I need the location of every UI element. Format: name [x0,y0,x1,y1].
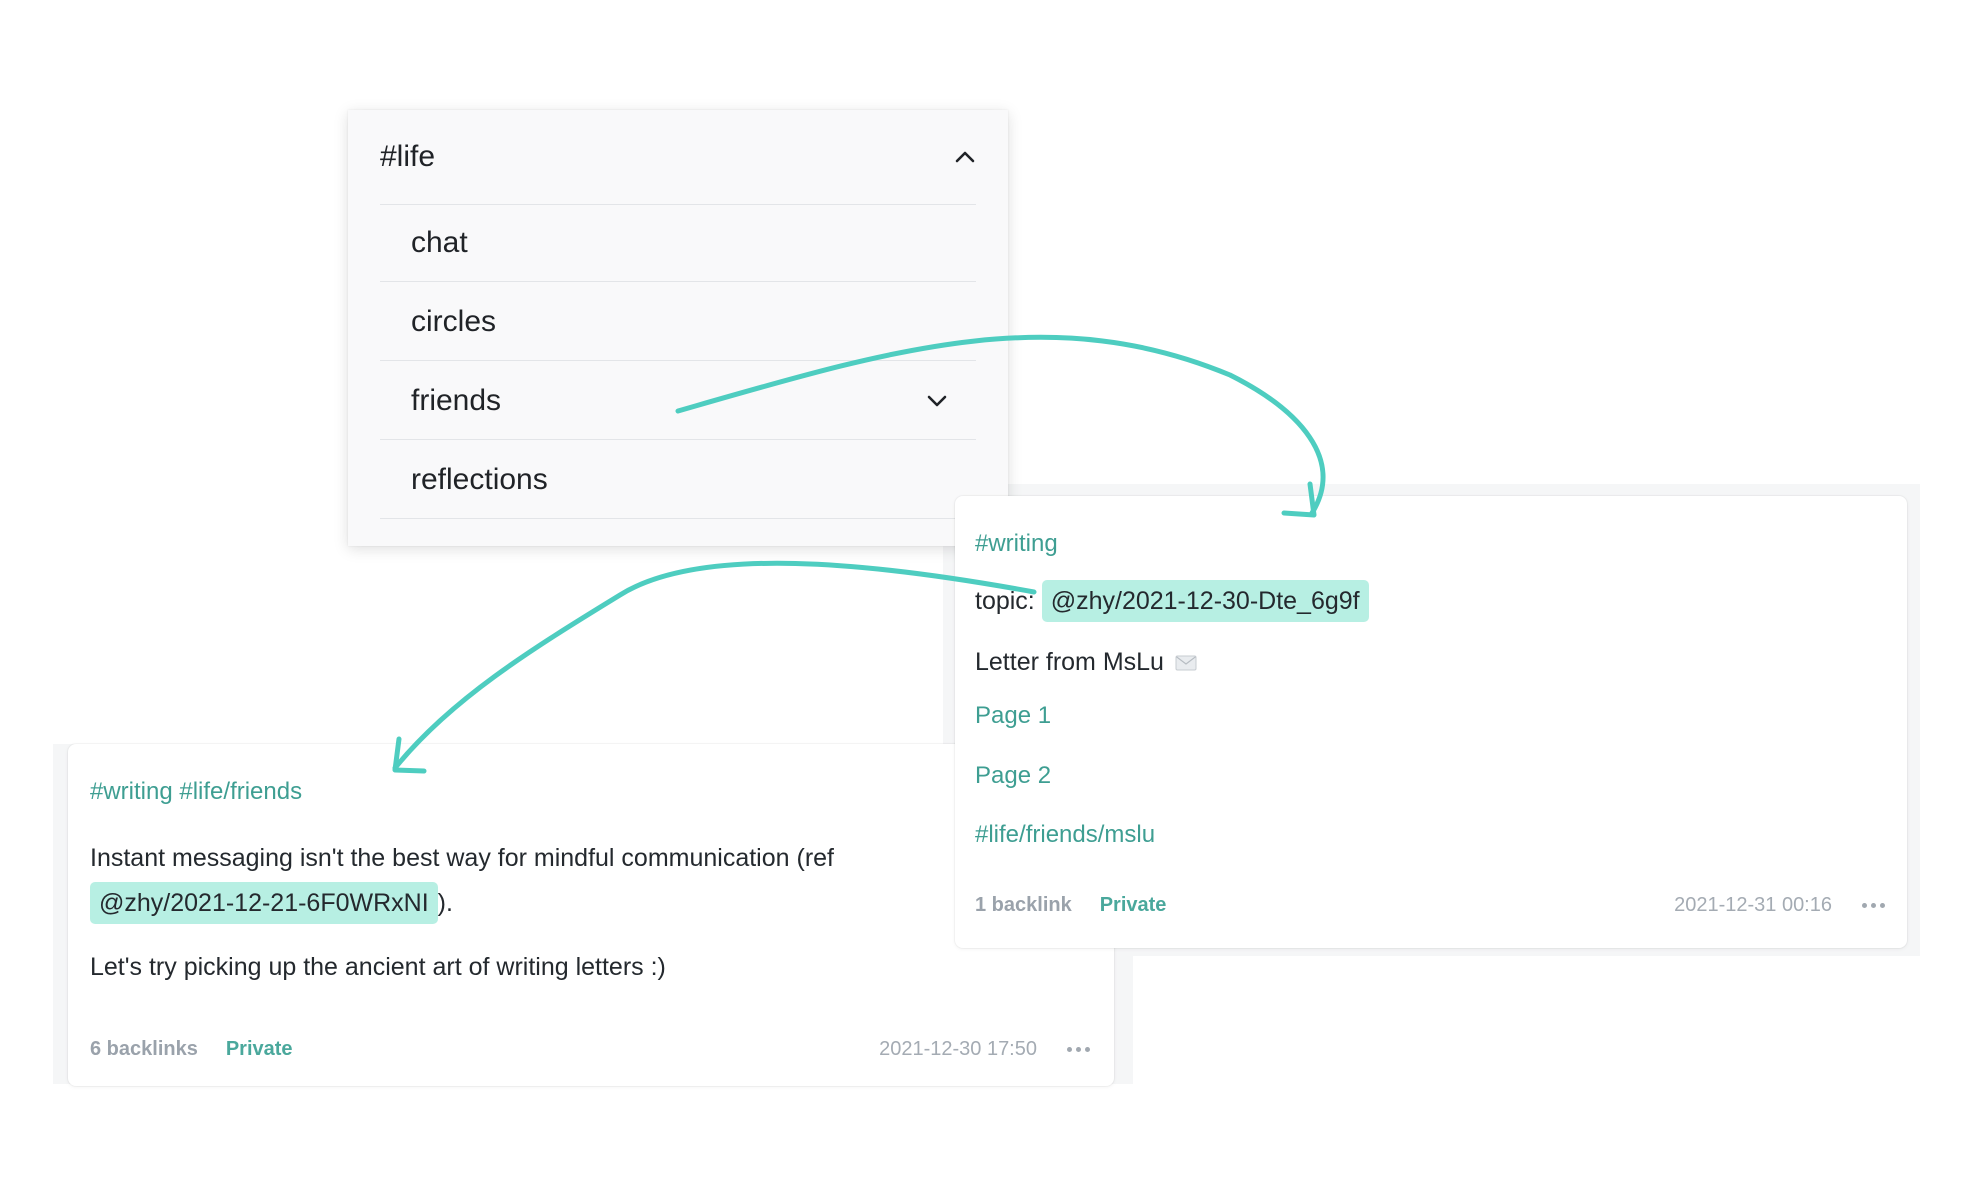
chevron-up-icon[interactable] [954,150,976,164]
memo-tag-bottom[interactable]: #life/friends/mslu [975,821,1155,848]
memo-tag[interactable]: #writing [975,530,1058,557]
topic-label: topic: [975,587,1035,615]
more-dots-icon[interactable] [1862,903,1885,908]
memo-body-paragraph: Instant messaging isn't the best way for… [90,836,970,926]
tag-item-friends[interactable]: friends [380,362,976,440]
memo-reference-chip[interactable]: @zhy/2021-12-21-6F0WRxNI [90,882,438,924]
memo-line-text: Letter from MsLu [975,648,1164,676]
tag-item-label: reflections [411,462,548,496]
tag-group-title: #life [380,140,436,173]
memo-timestamp: 2021-12-30 17:50 [879,1038,1037,1060]
tag-item-label: circles [411,304,497,338]
memo-text: Instant messaging isn't the best way for… [90,844,834,872]
visibility-label[interactable]: Private [1100,894,1167,917]
page-link-2[interactable]: Page 2 [975,762,1051,789]
topic-reference-chip[interactable]: @zhy/2021-12-30-Dte_6g9f [1041,580,1369,622]
arrow-topic-to-memo [392,560,1037,771]
chevron-down-icon[interactable] [926,394,948,408]
memo-card-right: #writing topic: @zhy/2021-12-30-Dte_6g9f… [955,496,1907,948]
memo-tags[interactable]: #writing #life/friends [90,778,302,805]
memo-footer: 1 backlink Private 2021-12-31 00:16 [975,894,1885,917]
backlinks-count[interactable]: 1 backlink [975,894,1072,917]
backlinks-count[interactable]: 6 backlinks [90,1038,198,1061]
canvas: #life chat circles friends reflections #… [0,0,1970,1186]
memo-timestamp: 2021-12-31 00:16 [1674,894,1832,916]
tag-item-circles[interactable]: circles [380,283,976,361]
tag-item-label: chat [411,225,468,259]
tag-group-header-life[interactable]: #life [380,110,976,205]
visibility-label[interactable]: Private [226,1038,293,1061]
page-link-1[interactable]: Page 1 [975,702,1051,729]
tag-item-reflections[interactable]: reflections [380,441,976,519]
memo-text-end: ). [437,889,453,917]
envelope-icon [1175,655,1197,671]
memo-text-2: Let's try picking up the ancient art of … [90,953,666,981]
tag-item-label: friends [411,383,502,417]
memo-footer: 6 backlinks Private 2021-12-30 17:50 [90,1038,1090,1061]
tag-item-chat[interactable]: chat [380,204,976,282]
tag-tree-panel: #life chat circles friends reflections [348,110,1008,546]
more-dots-icon[interactable] [1067,1047,1090,1052]
